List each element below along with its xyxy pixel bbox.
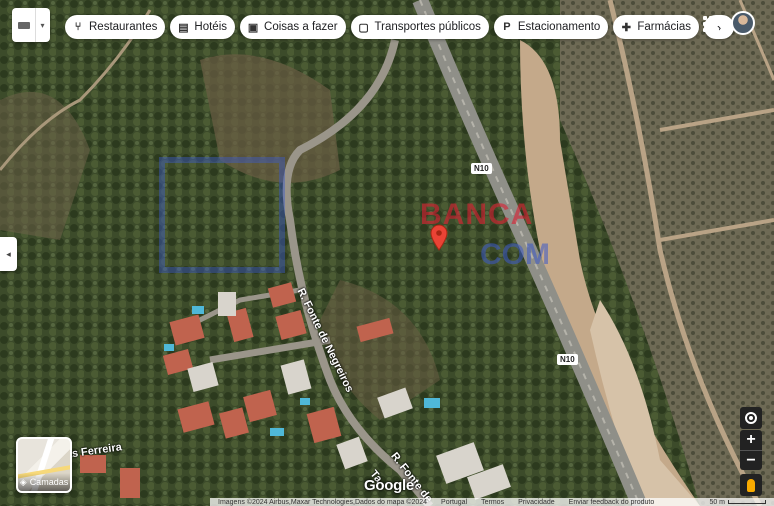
satellite-map[interactable]: N10 N10 R. Fonte de Negreiros R. Fonte d…: [0, 0, 774, 506]
layers-label: Camadas: [29, 477, 69, 487]
map-imagery: [0, 0, 774, 506]
zoom-in-button[interactable]: +: [740, 430, 762, 450]
watermark-text-bottom: COM: [480, 238, 550, 271]
imagery-attribution: Imagens ©2024 Airbus,Maxar Technologies,…: [218, 498, 428, 506]
pharmacy-icon: ✚: [621, 21, 631, 34]
camera-icon: ▣: [247, 21, 259, 34]
chip-coisas-a-fazer[interactable]: ▣ Coisas a fazer: [240, 15, 346, 39]
chip-restaurantes[interactable]: ⑂ Restaurantes: [65, 15, 166, 39]
chip-label: Hotéis: [194, 21, 228, 33]
chip-label: Transportes públicos: [374, 21, 481, 33]
keyboard-icon: [12, 8, 36, 42]
scale-bar[interactable]: 50 m: [709, 499, 774, 506]
footer-link-country[interactable]: Portugal: [441, 499, 467, 506]
crosshair-icon: [745, 412, 757, 424]
category-chips: ⑂ Restaurantes ▤ Hotéis ▣ Coisas a fazer…: [65, 15, 735, 39]
layers-icon: ◈: [19, 476, 27, 487]
footer-link-privacy[interactable]: Privacidade: [518, 499, 555, 506]
parking-icon: P: [503, 21, 511, 33]
cutlery-icon: ⑂: [74, 21, 82, 33]
scale-label: 50 m: [709, 498, 725, 506]
footer-link-terms[interactable]: Termos: [481, 499, 504, 506]
chip-hoteis[interactable]: ▤ Hotéis: [170, 15, 236, 39]
pegman-icon: [747, 478, 755, 492]
avatar[interactable]: [731, 11, 755, 35]
sidebar-toggle-button[interactable]: ◂: [0, 237, 17, 271]
apps-grid-icon[interactable]: [703, 16, 719, 32]
road-label-n10-south: N10: [557, 354, 578, 365]
road-label-n10-north: N10: [471, 163, 492, 174]
chip-label: Estacionamento: [517, 21, 601, 33]
map-menu-button[interactable]: ▾: [12, 8, 50, 42]
bed-icon: ▤: [178, 21, 189, 34]
layers-button[interactable]: ◈ Camadas: [16, 437, 72, 493]
zoom-out-button[interactable]: −: [740, 450, 762, 470]
chevron-left-icon: ◂: [6, 248, 11, 259]
my-location-button[interactable]: [740, 407, 762, 429]
map-footer: Imagens ©2024 Airbus,Maxar Technologies,…: [210, 498, 774, 506]
street-view-pegman-button[interactable]: [740, 474, 762, 496]
google-logo: Google: [364, 477, 414, 494]
chip-estacionamento[interactable]: P Estacionamento: [493, 15, 609, 39]
chip-label: Farmácias: [637, 21, 692, 33]
chip-farmacias[interactable]: ✚ Farmácias: [613, 15, 700, 39]
footer-link-feedback[interactable]: Enviar feedback do produto: [569, 499, 655, 506]
chip-transportes-publicos[interactable]: ▢ Transportes públicos: [350, 15, 489, 39]
chip-label: Coisas a fazer: [264, 21, 338, 33]
scale-line: [728, 500, 766, 504]
chip-label: Restaurantes: [89, 21, 158, 33]
bus-icon: ▢: [358, 21, 369, 34]
watermark-text-top: BANCA: [420, 198, 534, 231]
chevron-down-icon: ▾: [40, 20, 45, 30]
